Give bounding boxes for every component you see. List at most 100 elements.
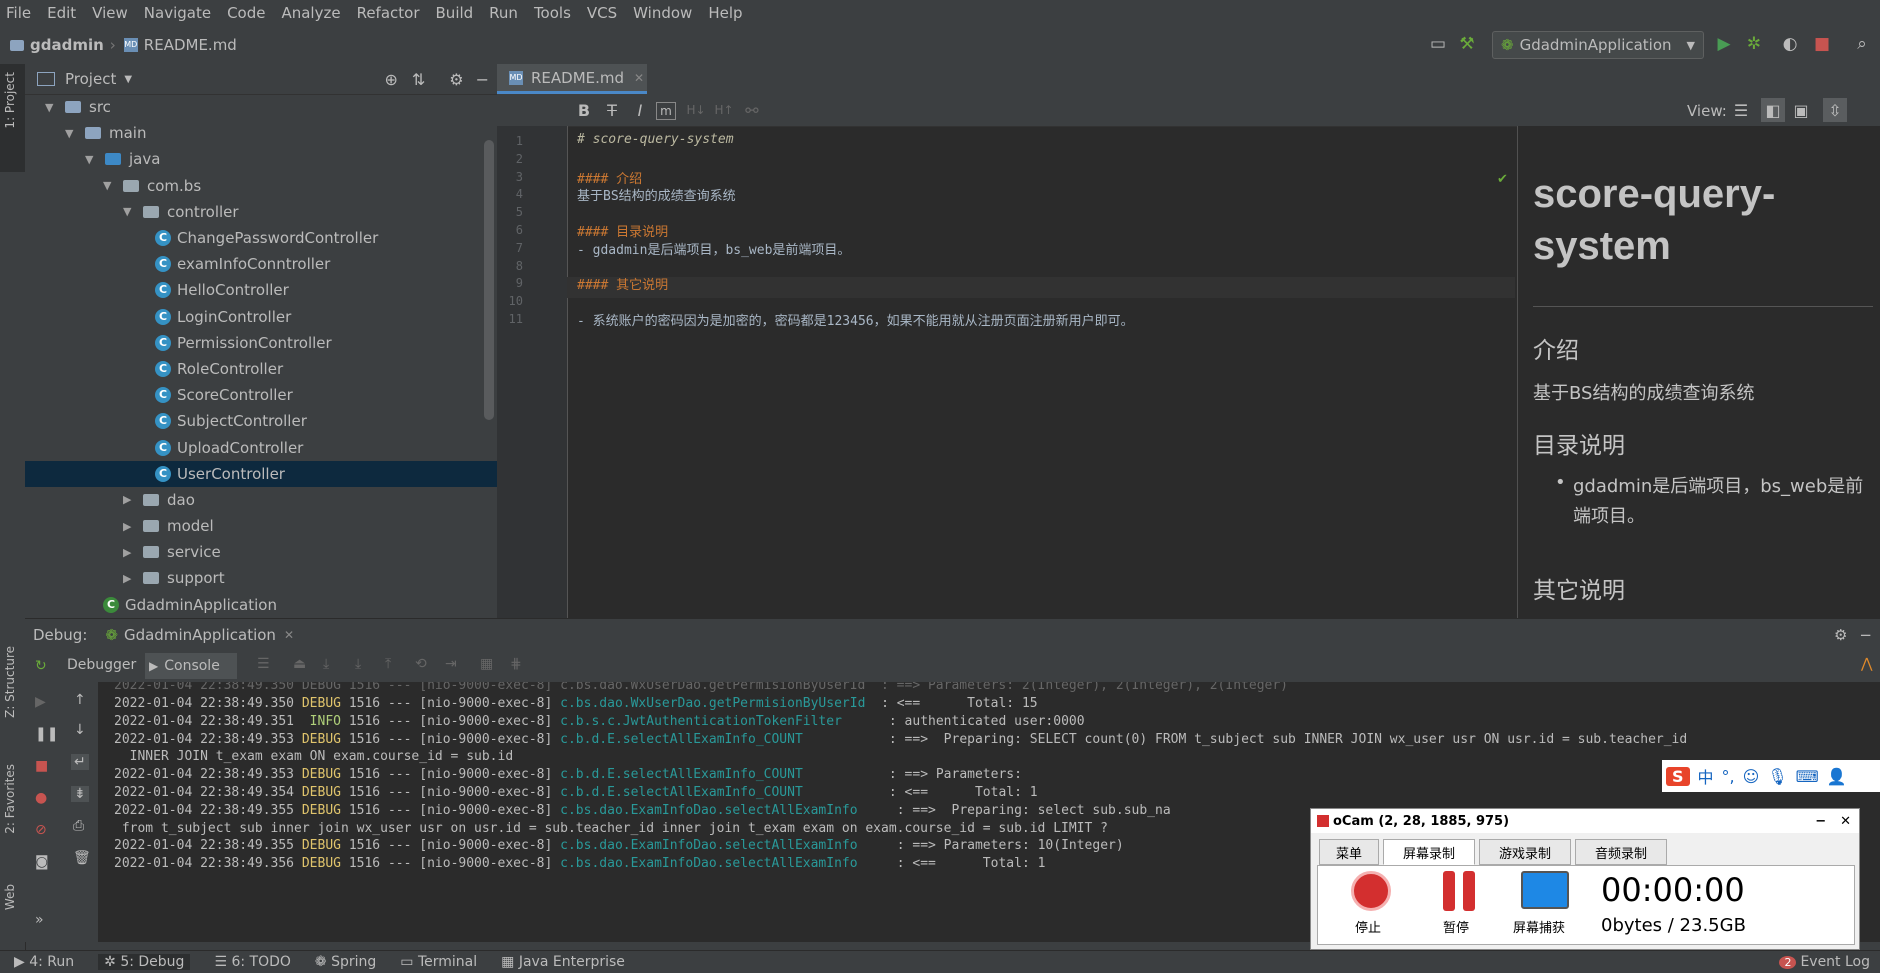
stop-record-icon[interactable] [1351,871,1391,911]
emoji-icon[interactable]: ☺ [1743,767,1760,786]
code-area[interactable]: # score-query-system #### 介绍 基于BS结构的成绩查询系统… [567,126,1515,618]
menu-item-file[interactable]: File [0,4,41,22]
ocam-tab-audio[interactable]: 音频录制 [1575,839,1667,865]
tree-item-main[interactable]: ▼ main [25,120,497,146]
tab-readme[interactable]: MD README.md ✕ [497,64,647,94]
chevron-down-icon[interactable]: ▼ [103,179,117,192]
menu-item-refactor[interactable]: Refactor [351,4,430,22]
bottom-tab-5-debug[interactable]: ✲ 5: Debug [98,954,191,970]
menu-item-code[interactable]: Code [221,4,275,22]
ime-toolbar[interactable]: S 中 °, ☺ 🎙 ⌨ 👤 [1662,760,1880,792]
bottom-tab-4-run[interactable]: ▶ 4: Run [14,954,74,970]
tree-item-usercontroller[interactable]: C UserController [25,460,497,487]
rerun-icon[interactable]: ↻ [35,658,47,674]
more-icon[interactable]: » [35,912,44,928]
soft-wrap-icon[interactable]: ↵ [71,754,89,770]
stop-icon[interactable]: ■ [1810,32,1834,56]
link-icon[interactable]: ⚯ [740,98,764,122]
pause-icon[interactable]: ❚❚ [35,726,58,742]
tree-item-dao[interactable]: ▶ dao [25,487,497,513]
ime-lang[interactable]: 中 [1698,764,1714,788]
tree-item-changepasswordcontroller[interactable]: C ChangePasswordController [25,225,497,251]
tree-scrollbar[interactable] [484,140,494,420]
tree-item-scorecontroller[interactable]: C ScoreController [25,382,497,408]
tree-item-uploadcontroller[interactable]: C UploadController [25,434,497,460]
print-icon[interactable]: ⎙ [73,818,84,834]
header-icon[interactable]: H↓ [684,98,708,122]
chevron-down-icon[interactable]: ▼ [124,74,132,85]
menu-item-navigate[interactable]: Navigate [138,4,221,22]
coverage-icon[interactable]: ◐ [1778,32,1802,56]
breadcrumb-project[interactable]: gdadmin [30,36,104,54]
menu-item-window[interactable]: Window [627,4,702,22]
resume-icon[interactable]: ▶ [35,694,46,710]
chevron-down-icon[interactable]: ▼ [65,127,79,140]
mute-breakpoints-icon[interactable]: ⊘ [35,822,47,838]
split-view-icon[interactable]: ◧ [1761,98,1785,122]
pause-record-icon[interactable] [1439,871,1479,911]
view-breakpoints-icon[interactable]: ● [35,790,47,806]
menu-item-run[interactable]: Run [483,4,528,22]
trash-icon[interactable]: 🗑 [73,850,91,866]
debug-icon[interactable]: ✲ [1742,32,1766,56]
tree-item-permissioncontroller[interactable]: C PermissionController [25,330,497,356]
tree-item-examinfoconntroller[interactable]: CexamInfoConntroller [25,251,497,277]
header-up-icon[interactable]: H↑ [712,98,736,122]
menu-item-build[interactable]: Build [430,4,484,22]
ocam-tab-screen[interactable]: 屏幕录制 [1383,839,1475,865]
evaluate-icon[interactable]: ▦ [480,656,493,672]
menu-item-edit[interactable]: Edit [41,4,86,22]
bottom-tab-java-enterprise[interactable]: ▦ Java Enterprise [501,954,625,970]
camera-icon[interactable]: ◙ [35,854,49,870]
tree-item-logincontroller[interactable]: C LoginController [25,304,497,330]
chevron-down-icon[interactable]: ▼ [85,153,99,166]
tree-item-src[interactable]: ▼ src [25,94,497,120]
web-tool-tab[interactable]: Web [3,884,17,910]
show-exec-icon[interactable]: ⏏ [293,656,306,672]
minimize-icon[interactable]: − [476,70,489,89]
tab-debugger[interactable]: Debugger [67,657,136,673]
keyboard-icon[interactable]: ⌨ [1796,767,1819,786]
up-arrow-icon[interactable]: ↑ [74,692,86,708]
ocam-capture-label[interactable]: 屏幕捕获 [1513,917,1565,936]
punctuation-icon[interactable]: °, [1722,767,1735,786]
menu-item-vcs[interactable]: VCS [581,4,627,22]
italic-icon[interactable]: I [628,98,652,122]
step-into-icon[interactable]: ⤓ [323,656,329,672]
drop-frame-icon[interactable]: ⟲ [415,656,427,672]
run-icon[interactable]: ▶ [1712,32,1736,56]
gear-icon[interactable]: ⚙ [449,70,463,89]
force-step-icon[interactable]: ⤓ [355,656,361,672]
tree-item-service[interactable]: ▶ service [25,539,497,565]
monitor-icon[interactable] [1521,871,1569,909]
project-tool-tab[interactable]: 1: Project [3,72,17,129]
minimize-icon[interactable]: − [1859,626,1872,644]
chevron-down-icon[interactable]: ▼ [123,205,137,218]
tree-item-com-bs[interactable]: ▼ com.bs [25,173,497,199]
ocam-stop-label[interactable]: 停止 [1355,917,1381,936]
chevron-right-icon[interactable]: ▶ [123,546,137,559]
chevron-right-icon[interactable]: ▶ [123,572,137,585]
gear-icon[interactable]: ⚙ [1834,626,1847,644]
strikethrough-icon[interactable]: T [600,98,624,122]
down-arrow-icon[interactable]: ↓ [74,722,86,738]
tree-item-gdadminapplication[interactable]: C GdadminApplication [25,592,497,618]
build-hammer-icon[interactable]: ⚒ [1455,32,1479,56]
scroll-end-icon[interactable]: ⇟ [71,786,89,802]
run-cursor-icon[interactable]: ⇥ [445,656,457,672]
bold-icon[interactable]: B [572,98,596,122]
project-panel-title[interactable]: Project [65,70,116,88]
close-icon[interactable]: ✕ [284,628,294,642]
minimize-icon[interactable]: − [1815,814,1826,829]
tree-item-rolecontroller[interactable]: C RoleController [25,356,497,382]
tree-item-model[interactable]: ▶ model [25,513,497,539]
chevron-down-icon[interactable]: ▼ [45,101,59,114]
hotspot-icon[interactable]: ⋀ [1861,656,1872,672]
close-icon[interactable]: ✕ [634,71,644,85]
menu-item-analyze[interactable]: Analyze [275,4,350,22]
tree-item-subjectcontroller[interactable]: C SubjectController [25,408,497,434]
step-out-icon[interactable]: ⤒ [385,656,391,672]
microphone-icon[interactable]: 🎙 [1767,767,1787,786]
bottom-tab-spring[interactable]: ❁ Spring [315,954,376,970]
menu-item-help[interactable]: Help [702,4,752,22]
